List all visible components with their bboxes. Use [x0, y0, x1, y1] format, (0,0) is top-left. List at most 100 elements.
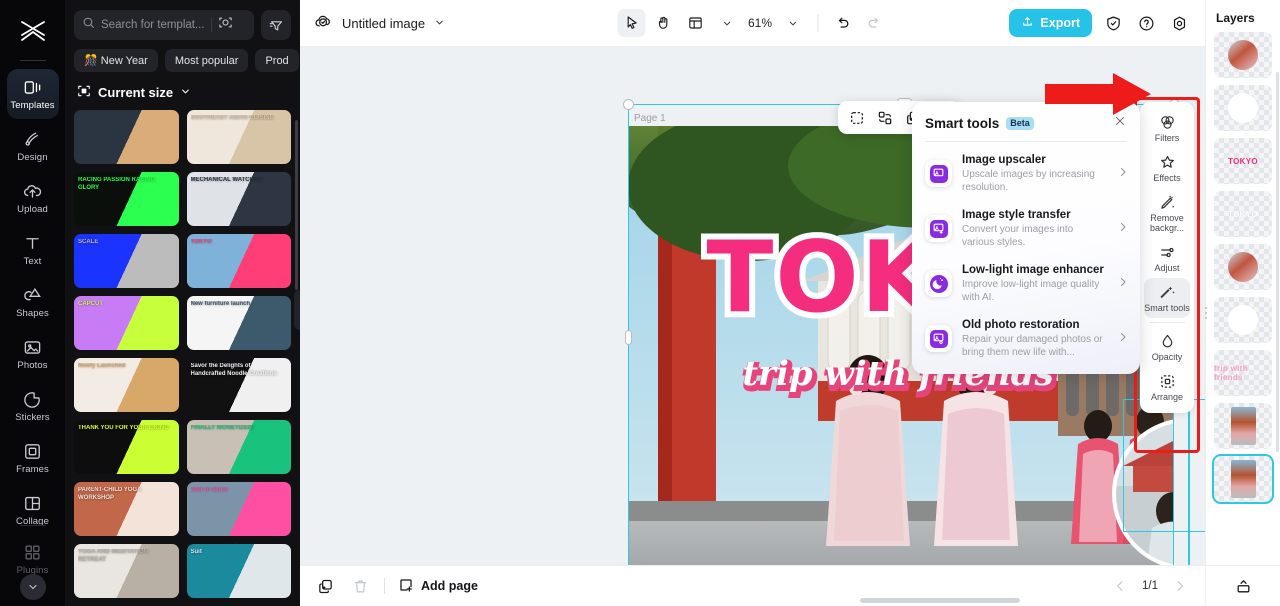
canvas-horizontal-scrollbar[interactable] — [860, 598, 1020, 603]
layer-item[interactable] — [1214, 32, 1272, 78]
smart-tool-old-photo-restoration[interactable]: Old photo restoration Repair your damage… — [912, 311, 1140, 366]
template-card[interactable]: TOKYO — [186, 234, 291, 288]
layout-icon[interactable] — [681, 9, 709, 37]
sidebar-item-templates[interactable]: Templates — [6, 69, 59, 119]
export-button[interactable]: Export — [1009, 9, 1092, 37]
template-card[interactable]: FINALLY MONETIZED! — [186, 420, 291, 474]
chip-most-popular[interactable]: Most popular — [164, 49, 249, 72]
template-card[interactable]: Newly Launched — [74, 358, 179, 412]
layers-resize-handle[interactable] — [1201, 300, 1210, 326]
template-card-text: RACING PASSION RACING GLORY — [78, 177, 156, 191]
chevron-right-icon — [1117, 166, 1129, 181]
layer-item[interactable]: TOKYO — [1214, 138, 1272, 184]
template-card[interactable]: YOGA AND MEDITATION RETREAT — [74, 544, 179, 598]
search-input[interactable]: Search for templat... — [74, 10, 254, 40]
tool-smart-tools[interactable]: Smart tools — [1144, 278, 1190, 318]
undo-icon[interactable] — [828, 9, 856, 37]
template-thumbnail: New furniture launch. — [186, 296, 291, 350]
tool-effects[interactable]: Effects — [1144, 148, 1190, 188]
sidebar-item-stickers[interactable]: Stickers — [7, 381, 59, 431]
tool-arrange[interactable]: Arrange — [1144, 367, 1190, 407]
capcut-logo-icon[interactable] — [16, 14, 50, 48]
template-card[interactable]: MECHANICAL WATCHES — [186, 172, 291, 226]
trash-icon[interactable] — [349, 575, 371, 597]
document-title-group[interactable]: Untitled image — [314, 12, 445, 34]
layer-item[interactable] — [1214, 85, 1272, 131]
template-card[interactable]: SCALE — [74, 234, 179, 288]
chevron-left-icon[interactable] — [1109, 575, 1131, 597]
chevron-right-icon[interactable] — [1169, 575, 1191, 597]
sidebar-item-frames[interactable]: Frames — [7, 433, 59, 483]
selection-handle-left[interactable] — [625, 330, 632, 345]
tool-remove-background[interactable]: Remove backgr... — [1144, 188, 1190, 238]
selection-handle-top-left[interactable] — [623, 99, 634, 110]
tool-adjust[interactable]: Adjust — [1144, 238, 1190, 278]
topbar-right-group: Export — [1009, 9, 1191, 37]
layer-item[interactable]: TOKYO — [1214, 191, 1272, 237]
template-card[interactable]: 24hr in seoul — [186, 482, 291, 536]
template-thumbnail — [74, 110, 179, 164]
smart-tool-low-light-enhancer[interactable]: Low-light image enhancer Improve low-lig… — [912, 256, 1140, 311]
crop-select-icon[interactable] — [845, 106, 869, 130]
template-card[interactable]: THANK YOU FOR YOUR LIKING — [74, 420, 179, 474]
collapse-panel-icon[interactable] — [1233, 575, 1255, 597]
template-thumbnail: YOGA AND MEDITATION RETREAT — [74, 544, 179, 598]
template-card[interactable] — [74, 110, 179, 164]
layout-caret-icon[interactable] — [713, 9, 741, 37]
layer-item[interactable] — [1212, 454, 1274, 504]
canvas-tools-group: 61% — [617, 9, 888, 37]
replace-icon[interactable] — [873, 106, 897, 130]
template-card[interactable]: CAPCUT — [74, 296, 179, 350]
cursor-arrow-icon[interactable] — [617, 9, 645, 37]
add-page-button[interactable]: Add page — [398, 577, 478, 596]
template-thumbnail: THANK YOU FOR YOUR LIKING — [74, 420, 179, 474]
hand-icon[interactable] — [649, 9, 677, 37]
tool-label: Adjust — [1154, 263, 1180, 273]
tool-label: Remove backgr... — [1149, 213, 1185, 233]
element-tool-strip: Filters Effects Remove backgr... Adjust … — [1140, 102, 1194, 413]
chevron-down-icon[interactable] — [19, 574, 46, 600]
canvas-viewport[interactable]: Page 1 TOKYO TOKYO trip with friends tri… — [300, 47, 1205, 565]
sidebar-item-upload[interactable]: Upload — [7, 173, 59, 223]
upscaler-4k-icon — [925, 160, 952, 187]
sidebar-item-shapes[interactable]: Shapes — [7, 277, 59, 327]
question-circle-icon[interactable] — [1134, 11, 1158, 35]
template-card[interactable]: SOUTHEAST ASIAN CUISINE — [186, 110, 291, 164]
filter-icon[interactable] — [261, 10, 291, 40]
redo-icon[interactable] — [860, 9, 888, 37]
duplicate-page-icon[interactable] — [314, 575, 336, 597]
smart-tool-description: Improve low-light image quality with AI. — [962, 279, 1100, 303]
tool-opacity[interactable]: Opacity — [1144, 327, 1190, 367]
chevron-down-icon[interactable] — [434, 16, 445, 31]
template-card[interactable]: RACING PASSION RACING GLORY — [74, 172, 179, 226]
sidebar-item-text[interactable]: Text — [7, 225, 59, 275]
template-card[interactable]: Suit — [186, 544, 291, 598]
chip-product[interactable]: Prod — [255, 49, 299, 72]
templates-scrollbar[interactable] — [295, 120, 298, 290]
gear-icon[interactable] — [1167, 11, 1191, 35]
layer-thumbnail — [1228, 93, 1258, 123]
current-size-selector[interactable]: Current size — [65, 72, 300, 110]
layer-item[interactable] — [1214, 403, 1272, 449]
smart-tool-image-upscaler[interactable]: Image upscaler Upscale images by increas… — [912, 146, 1140, 201]
toolbar-divider — [817, 14, 818, 32]
smart-tool-title: Old photo restoration — [962, 319, 1080, 331]
template-card[interactable]: PARENT-CHILD YOGA WORKSHOP — [74, 482, 179, 536]
sidebar-item-design[interactable]: Design — [7, 121, 59, 171]
smart-tool-description: Repair your damaged photos or bring them… — [962, 334, 1103, 358]
template-card[interactable]: Savor the Delights of Handcrafted Noodle… — [186, 358, 291, 412]
template-card[interactable]: New furniture launch. — [186, 296, 291, 350]
image-search-icon[interactable] — [218, 15, 233, 35]
layer-item[interactable] — [1214, 297, 1272, 343]
layers-scrollbar[interactable] — [1275, 72, 1279, 452]
template-thumbnail: Savor the Delights of Handcrafted Noodle… — [186, 358, 291, 412]
tool-label: Filters — [1154, 133, 1180, 143]
layer-item[interactable] — [1214, 244, 1272, 290]
smart-tool-image-style-transfer[interactable]: Image style transfer Convert your images… — [912, 201, 1140, 256]
shield-check-icon[interactable] — [1101, 11, 1125, 35]
chip-new-year[interactable]: 🎊 New Year — [74, 49, 158, 72]
zoom-caret-icon[interactable] — [779, 9, 807, 37]
layer-item[interactable]: trip with friends — [1214, 350, 1272, 396]
sidebar-item-photos[interactable]: Photos — [7, 329, 59, 379]
layers-footer — [1206, 565, 1280, 606]
